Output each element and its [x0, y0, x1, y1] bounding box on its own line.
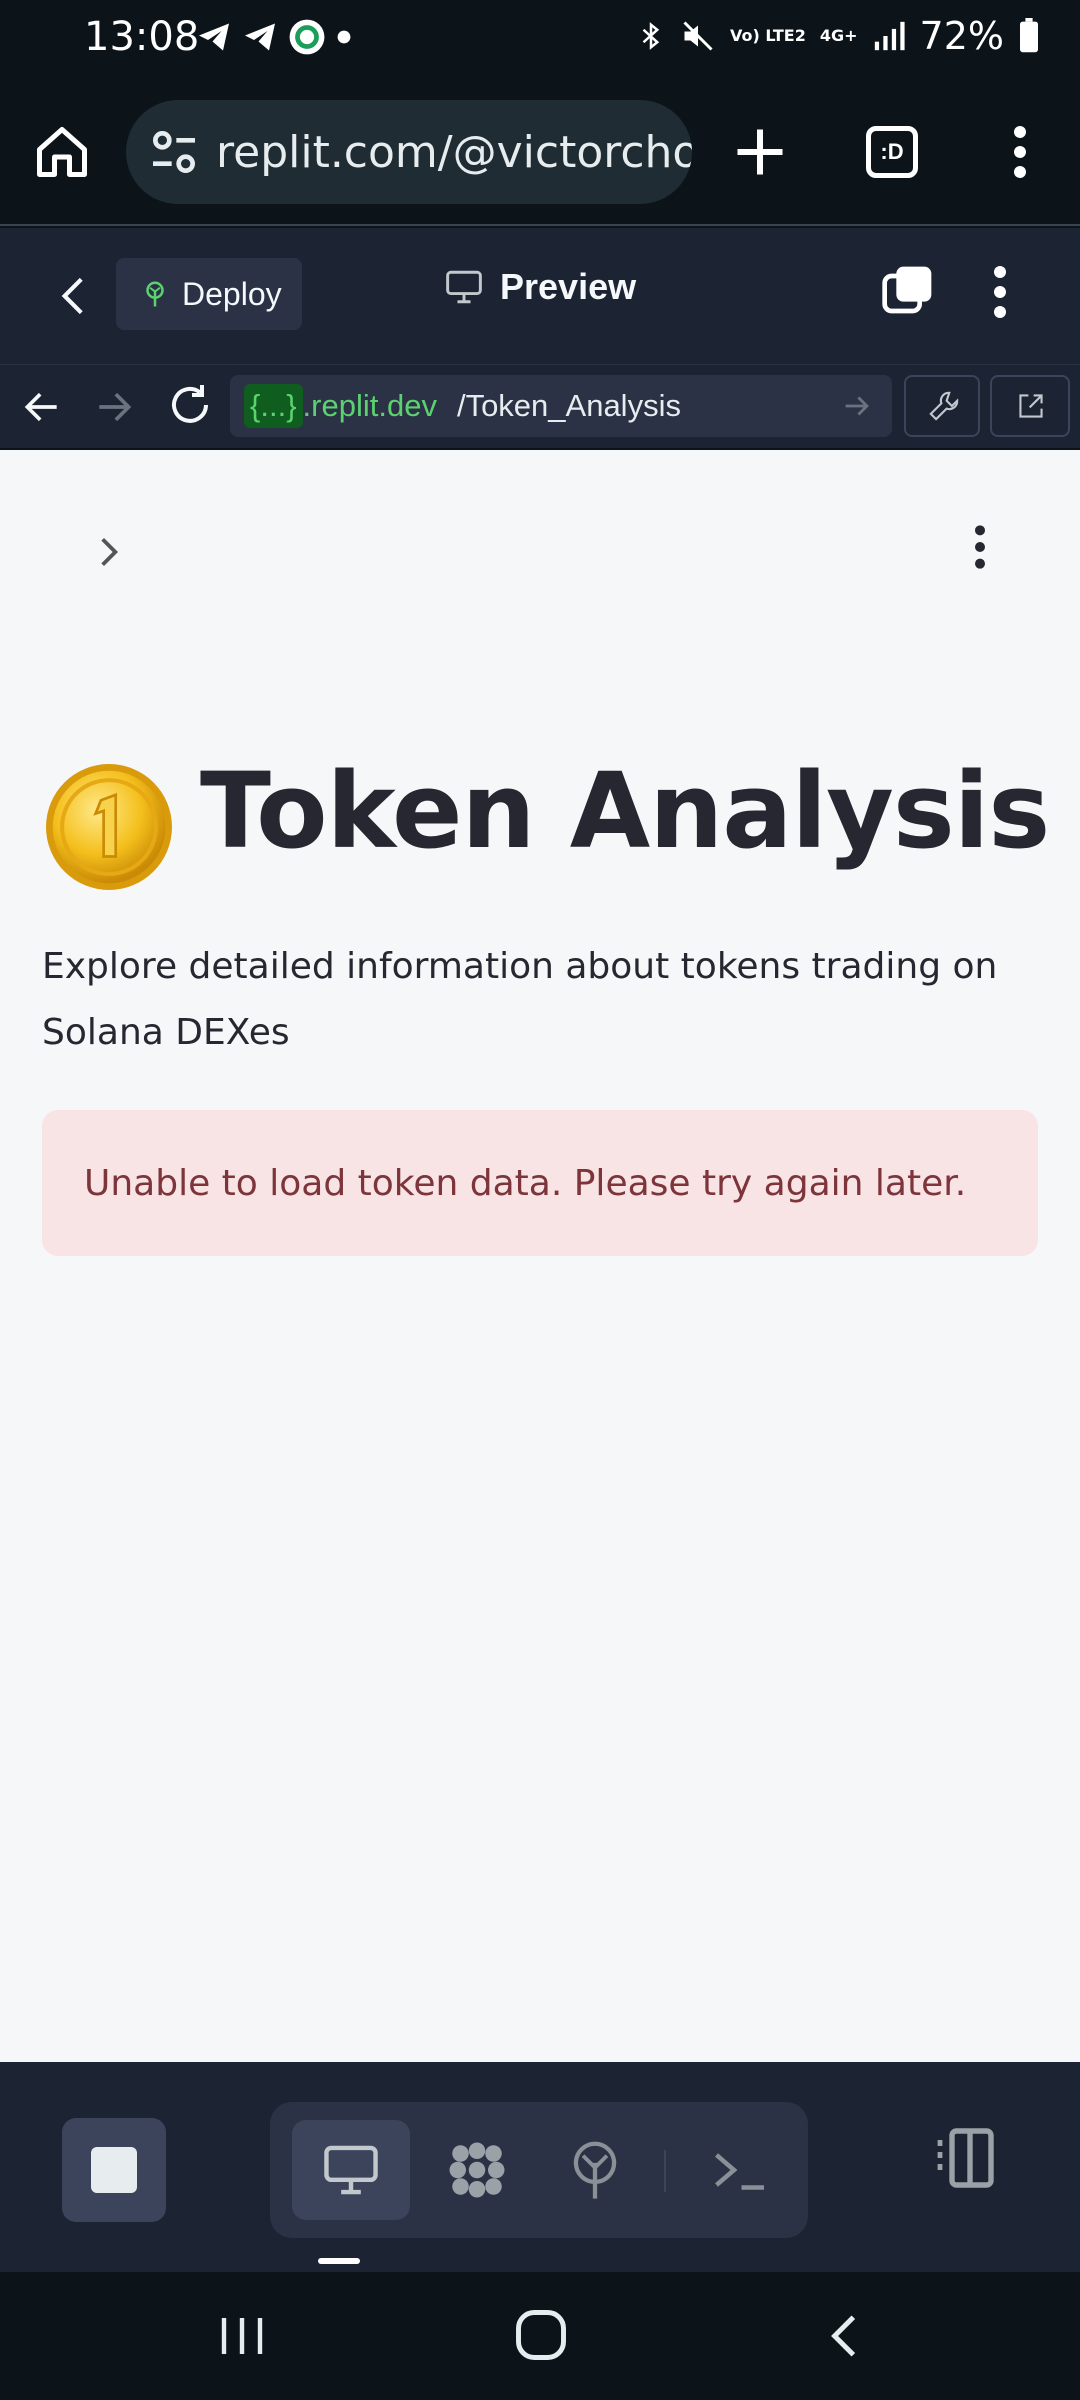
network-generation: 4G+ [820, 28, 858, 44]
arrow-left-icon[interactable] [20, 385, 64, 429]
deploy-button[interactable]: Deploy [116, 258, 302, 330]
deploy-icon [146, 281, 164, 307]
devtools-button[interactable] [904, 375, 980, 437]
tab-switcher-label: :D [880, 139, 904, 164]
dev-path: /Token_Analysis [456, 388, 681, 423]
home-nav-icon[interactable] [514, 2308, 568, 2362]
shell-tool-button[interactable] [680, 2120, 798, 2220]
status-right: Vo) LTE2 4G+ 72% [636, 14, 1040, 58]
status-bar: 13:08 Vo) LTE2 4G+ 72% [0, 0, 1080, 78]
system-navigation-bar [0, 2272, 1080, 2400]
webview-url-field[interactable]: {...} .replit.dev /Token_Analysis [230, 375, 892, 437]
network-label: Vo) LTE2 [729, 26, 806, 45]
bluetooth-icon [642, 22, 660, 50]
browser-menu-icon[interactable] [1000, 122, 1040, 182]
arrow-right-icon[interactable] [92, 385, 136, 429]
agent-tool-button[interactable] [418, 2120, 536, 2220]
recents-icon[interactable] [216, 2312, 268, 2360]
dot-icon [337, 30, 351, 44]
battery-percent: 72% [919, 14, 1004, 58]
more-options-icon[interactable] [980, 262, 1020, 322]
shell-icon [715, 2153, 764, 2190]
browser-toolbar: replit.com/@victorchoisunny/ :D [0, 78, 1080, 226]
dev-url-badge: {...} [244, 384, 303, 428]
network-indicator: Vo) LTE2 [730, 28, 806, 44]
error-alert: Unable to load token data. Please try ag… [42, 1110, 1038, 1256]
preview-label: Preview [500, 266, 637, 307]
url-text: replit.com/@victorchoisunny/ [216, 126, 692, 178]
webview-address-bar: {...} .replit.dev /Token_Analysis [0, 364, 1080, 448]
page-title: Token Analysis [200, 750, 1050, 872]
webview-tool-button[interactable] [292, 2120, 410, 2220]
workspace-toolbar [0, 2062, 1080, 2272]
deploy-label: Deploy [182, 275, 282, 312]
stop-icon [91, 2147, 137, 2193]
preview-tab-title: Preview [444, 266, 636, 308]
monitor-icon [324, 2145, 378, 2195]
wrench-icon [929, 391, 959, 421]
replit-header: Deploy Preview [0, 228, 1080, 364]
coin-icon [46, 764, 172, 890]
monitor-icon [446, 270, 482, 304]
deployments-icon [573, 2141, 617, 2199]
dev-domain: .replit.dev [302, 388, 437, 423]
app-content: Token Analysis Explore detailed informat… [0, 450, 1080, 2062]
new-tab-icon[interactable] [730, 122, 790, 182]
open-new-tab-button[interactable] [990, 375, 1070, 437]
active-indicator [318, 2258, 360, 2264]
page-description: Explore detailed information about token… [42, 946, 998, 1053]
pane-switcher-icon[interactable] [880, 262, 936, 318]
home-icon[interactable] [32, 122, 92, 182]
url-bar[interactable]: replit.com/@victorchoisunny/ [126, 100, 692, 204]
battery-icon [1020, 18, 1038, 53]
signal-icon [874, 21, 905, 51]
mute-icon [683, 21, 713, 51]
tool-group [270, 2102, 808, 2238]
divider [664, 2150, 666, 2192]
app-menu-icon[interactable] [960, 522, 1000, 572]
back-nav-icon[interactable] [820, 2308, 870, 2364]
chevron-left-icon[interactable] [50, 268, 100, 324]
network-gen-label: 4G+ [819, 26, 858, 45]
status-time: 13:08 [84, 14, 200, 60]
tab-switcher-button[interactable]: :D [866, 126, 918, 178]
reload-icon[interactable] [166, 381, 214, 429]
stop-button[interactable] [62, 2118, 166, 2222]
go-arrow-icon[interactable] [840, 389, 874, 423]
telegram-icon [199, 23, 229, 51]
chevron-right-icon[interactable] [90, 530, 128, 574]
app-notification-icon [289, 19, 325, 55]
site-settings-icon[interactable] [146, 124, 202, 180]
deployments-tool-button[interactable] [536, 2120, 654, 2220]
agent-icon [449, 2142, 505, 2198]
telegram-icon [245, 23, 275, 51]
error-message: Unable to load token data. Please try ag… [84, 1162, 967, 1204]
notification-icons [196, 18, 352, 56]
external-link-icon [1019, 394, 1043, 418]
side-panel-icon[interactable] [928, 2122, 1000, 2194]
